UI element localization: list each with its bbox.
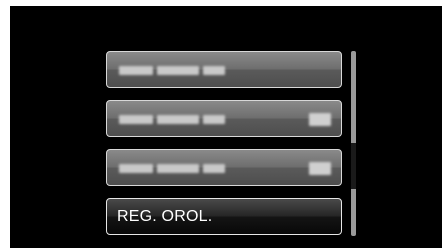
menu-item-1[interactable]: [106, 51, 342, 88]
menu-item-reg-orol[interactable]: REG. OROL.: [106, 198, 342, 235]
blurred-value: [309, 162, 331, 175]
menu-item-label: REG. OROL.: [117, 208, 213, 225]
blurred-value: [309, 113, 331, 126]
blurred-label: [119, 164, 225, 173]
menu-item-3[interactable]: [106, 149, 342, 186]
scrollbar[interactable]: [351, 51, 356, 236]
menu-item-2[interactable]: [106, 100, 342, 137]
scroll-thumb[interactable]: [351, 143, 356, 189]
camera-screen: REG. OROL.: [10, 6, 442, 248]
blurred-label: [119, 66, 225, 75]
blurred-label: [119, 115, 225, 124]
